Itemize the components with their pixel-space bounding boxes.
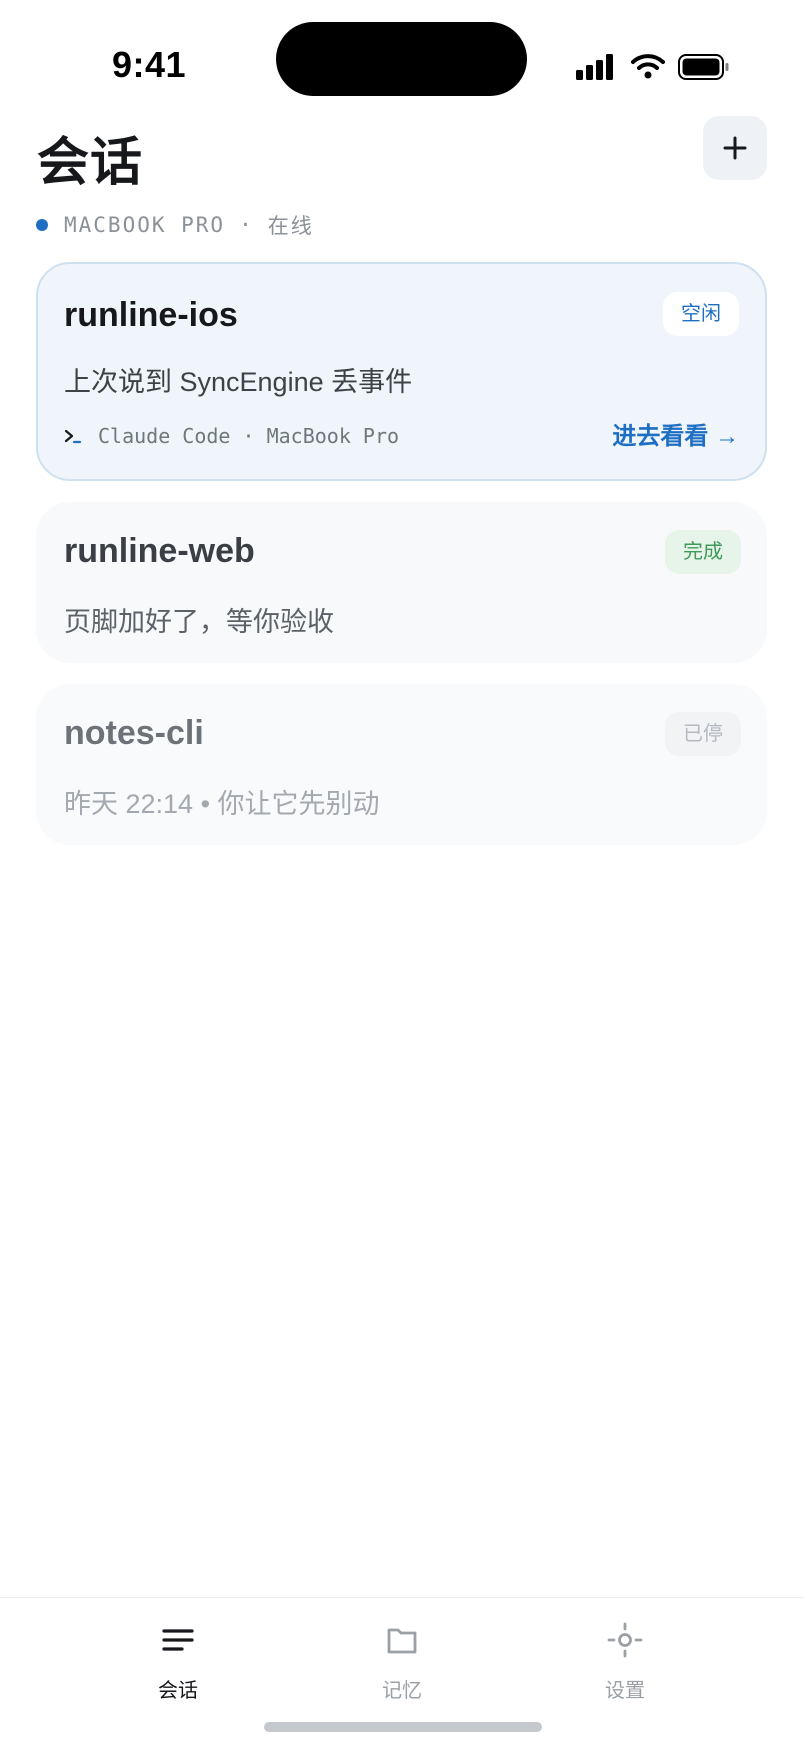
session-description: 页脚加好了，等你验收	[64, 607, 334, 637]
home-indicator[interactable]	[264, 1722, 542, 1732]
device-name: MACBOOK PRO	[64, 213, 226, 237]
session-card-runline-ios[interactable]: runline-ios 空闲 上次说到 SyncEngine 丢事件 Claud…	[36, 262, 767, 481]
enter-session-link[interactable]: 进去看看 →	[612, 416, 739, 451]
session-agent-host: Claude Code · MacBook Pro	[98, 424, 400, 448]
plus-icon	[723, 136, 747, 160]
session-title: runline-web	[64, 532, 255, 570]
session-title: runline-ios	[64, 296, 238, 334]
tab-label: 会话	[158, 1680, 198, 1702]
status-badge: 已停	[665, 712, 741, 756]
session-card-notes-cli[interactable]: notes-cli 已停 昨天 22:14 • 你让它先别动	[36, 684, 767, 845]
device-separator: ·	[239, 213, 254, 237]
menu-icon	[162, 1629, 194, 1651]
cellular-signal-icon	[576, 52, 614, 80]
battery-icon	[678, 54, 729, 80]
status-time: 9:41	[112, 44, 187, 85]
tab-memory[interactable]: 记忆	[342, 1620, 462, 1703]
device-status: MACBOOK PRO · 在线	[36, 210, 314, 240]
session-meta: Claude Code · MacBook Pro	[64, 424, 399, 448]
settings-icon	[607, 1622, 643, 1658]
status-badge: 空闲	[663, 292, 739, 336]
session-card-runline-web[interactable]: runline-web 完成 页脚加好了，等你验收	[36, 502, 767, 663]
session-description: 上次说到 SyncEngine 丢事件	[64, 367, 413, 397]
sessions-screen: 9:41 会话 MACBOOK PRO · 在线 runline-ios 空闲 …	[0, 0, 804, 1748]
status-badge: 完成	[665, 530, 741, 574]
dynamic-island	[276, 22, 527, 96]
tab-label: 设置	[605, 1680, 645, 1702]
page-title: 会话	[37, 134, 144, 192]
folder-icon	[387, 1628, 417, 1654]
online-dot	[36, 219, 48, 231]
tab-settings[interactable]: 设置	[565, 1620, 685, 1703]
wifi-icon	[631, 54, 665, 79]
tab-label: 记忆	[382, 1680, 422, 1702]
session-description: 昨天 22:14 • 你让它先别动	[64, 789, 380, 819]
tab-sessions[interactable]: 会话	[118, 1620, 238, 1703]
device-online-status: 在线	[267, 214, 314, 238]
terminal-prompt-icon	[64, 429, 82, 444]
session-title: notes-cli	[64, 714, 204, 752]
add-session-button[interactable]	[703, 116, 767, 180]
